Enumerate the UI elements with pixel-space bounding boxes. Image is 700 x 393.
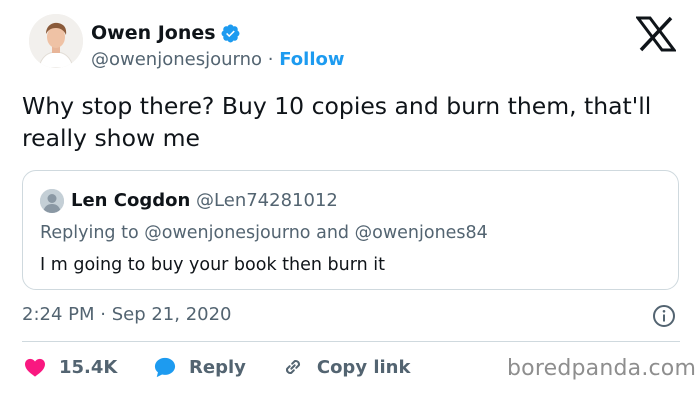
link-icon: [285, 360, 300, 374]
author-handle-row: @owenjonesjourno · Follow: [91, 49, 345, 70]
like-button[interactable]: 15.4K: [24, 357, 122, 378]
author-avatar[interactable]: [29, 14, 83, 68]
replying-mention-1[interactable]: @owenjonesjourno: [144, 223, 310, 243]
quoted-header: Len Cogdon @Len74281012: [71, 190, 338, 211]
watermark: boredpanda.com: [507, 356, 697, 381]
quoted-tweet-card[interactable]: Len Cogdon @Len74281012 Replying to @owe…: [22, 170, 679, 290]
like-count: 15.4K: [59, 356, 118, 378]
tweet-timestamp[interactable]: 2:24 PM · Sep 21, 2020: [22, 304, 232, 325]
quoted-replying-line: Replying to @owenjonesjourno and @owenjo…: [40, 223, 488, 243]
follow-button[interactable]: Follow: [279, 49, 344, 70]
reply-bubble-icon: [154, 357, 176, 378]
default-avatar-icon: [40, 189, 64, 213]
x-logo-icon[interactable]: [636, 16, 676, 52]
quoted-name[interactable]: Len Cogdon: [71, 190, 190, 211]
copy-link-label: Copy link: [316, 356, 411, 378]
replying-prefix: Replying to: [40, 223, 139, 243]
author-name-row: Owen Jones: [91, 22, 241, 44]
verified-badge-icon: [221, 24, 240, 42]
info-icon[interactable]: [652, 304, 676, 328]
person-avatar-icon: [29, 14, 83, 68]
heart-icon: [25, 358, 45, 377]
quoted-text: I m going to buy your book then burn it: [40, 255, 385, 275]
reply-label: Reply: [189, 356, 246, 378]
action-bar: 15.4K Reply Copy link: [24, 354, 410, 380]
replying-mention-2[interactable]: @owenjones84: [355, 223, 488, 243]
reply-button[interactable]: Reply: [154, 356, 246, 378]
quoted-handle[interactable]: @Len74281012: [196, 190, 338, 211]
handle-separator: ·: [267, 49, 274, 70]
divider: [22, 341, 680, 342]
tweet-text: Why stop there? Buy 10 copies and burn t…: [22, 92, 652, 152]
author-display-name[interactable]: Owen Jones: [91, 22, 216, 44]
replying-and: and: [316, 223, 350, 243]
quoted-avatar[interactable]: [40, 189, 64, 213]
author-handle[interactable]: @owenjonesjourno: [91, 49, 262, 70]
copy-link-button[interactable]: Copy link: [282, 356, 411, 378]
